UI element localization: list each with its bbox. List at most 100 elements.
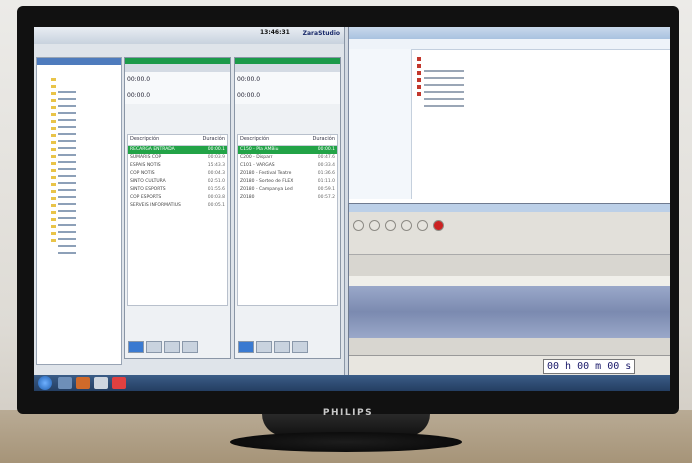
pause-button[interactable]: [146, 341, 162, 353]
file-explorer-window: [348, 27, 670, 203]
folder-icon[interactable]: [51, 169, 81, 184]
player-2-tools[interactable]: [235, 64, 340, 72]
item-title: C150 - Pla AMBiu: [240, 147, 279, 152]
explorer-icon[interactable]: [58, 377, 72, 389]
list-item[interactable]: COP NOTIS 00:04.3: [128, 170, 227, 178]
folder-icon[interactable]: [51, 190, 81, 205]
item-title: C101 - VARGAS: [240, 163, 275, 168]
folder-icon[interactable]: [51, 134, 81, 149]
list-item[interactable]: ESPAIS NOTIS 15:43.3: [128, 162, 227, 170]
column-duration: Duración: [312, 136, 335, 142]
start-button[interactable]: [38, 376, 52, 390]
file-item[interactable]: [417, 71, 464, 86]
item-duration: 02:51.0: [207, 179, 225, 184]
pause-button[interactable]: [353, 220, 364, 231]
list-item[interactable]: Z0180 - Sorteo de FLEX 01:11.0: [238, 178, 337, 186]
item-title: Z0180 - Campanya Led: [240, 187, 293, 192]
firefox-icon[interactable]: [76, 377, 90, 389]
folder-icon[interactable]: [51, 197, 81, 212]
item-duration: 00:33.4: [317, 163, 335, 168]
file-item[interactable]: [417, 64, 464, 79]
player-2-counter: 00:00.0: [235, 72, 340, 88]
player-1-tools[interactable]: [125, 64, 230, 72]
item-duration: 01:36.6: [317, 171, 335, 176]
folder-icon[interactable]: [51, 99, 81, 114]
list-item[interactable]: Z0180 00:57.2: [238, 194, 337, 202]
folder-icon[interactable]: [51, 211, 81, 226]
list-item[interactable]: C200 - Disparr 00:47.6: [238, 154, 337, 162]
app-icon[interactable]: [112, 377, 126, 389]
skip-end-button[interactable]: [417, 220, 428, 231]
audacity-toolbar: [349, 212, 670, 255]
selection-toolbar: 00 h 00 m 00 s: [349, 355, 670, 376]
audio-track[interactable]: [349, 286, 670, 338]
folder-icon[interactable]: [51, 239, 81, 254]
clock-display: 13:46:31: [260, 29, 290, 36]
player-1-controls: [128, 338, 227, 353]
next-button[interactable]: [182, 341, 198, 353]
stop-button[interactable]: [385, 220, 396, 231]
list-header: Descripción Duración: [128, 135, 227, 146]
folder-icon[interactable]: [51, 218, 81, 233]
zarastudio-toolbar: 13:46:31 ZaraStudio: [34, 27, 344, 44]
folder-icon[interactable]: [51, 120, 81, 135]
pause-button[interactable]: [256, 341, 272, 353]
play-button[interactable]: [369, 220, 380, 231]
list-item[interactable]: SINTO CULTURA 02:51.0: [128, 178, 227, 186]
list-item[interactable]: RECARGA ENTRADA 00:00.1: [128, 146, 227, 154]
skip-start-button[interactable]: [401, 220, 412, 231]
column-description: Descripción: [130, 136, 160, 142]
item-title: RECARGA ENTRADA: [130, 147, 175, 152]
record-button[interactable]: [433, 220, 444, 231]
play-button[interactable]: [238, 341, 254, 353]
stop-button[interactable]: [164, 341, 180, 353]
player-2-counter-remaining: 00:00.0: [235, 88, 340, 104]
item-title: COP NOTIS: [130, 171, 155, 176]
folder-icon[interactable]: [51, 127, 81, 142]
list-item[interactable]: C101 - VARGAS 00:33.4: [238, 162, 337, 170]
folder-icon[interactable]: [51, 204, 81, 219]
item-title: SINTO ESPORTS: [130, 187, 166, 192]
folder-icon[interactable]: [51, 232, 81, 247]
list-item[interactable]: Z0180 - Campanya Led 00:59.1: [238, 186, 337, 194]
list-item[interactable]: SERVEIS INFORMATIUS 00:05.1: [128, 202, 227, 210]
explorer-nav-pane[interactable]: [349, 49, 412, 199]
folder-icon[interactable]: [51, 183, 81, 198]
folder-icon[interactable]: [51, 92, 81, 107]
zarastudio-window: 13:46:31 ZaraStudio 00:00.0 00:00.0 Desc…: [34, 27, 345, 375]
folder-icon[interactable]: [51, 85, 81, 100]
next-button[interactable]: [292, 341, 308, 353]
folder-icon[interactable]: [51, 141, 81, 156]
folder-icon[interactable]: [51, 148, 81, 163]
file-item[interactable]: [417, 92, 464, 107]
folder-icon[interactable]: [51, 113, 81, 128]
item-duration: 00:05.1: [207, 203, 225, 208]
folder-icon[interactable]: [51, 155, 81, 170]
folder-icon[interactable]: [51, 225, 81, 240]
folder-icon[interactable]: [51, 176, 81, 191]
folder-icon[interactable]: [51, 162, 81, 177]
list-item[interactable]: SUMARIS COP 00:03.9: [128, 154, 227, 162]
list-item[interactable]: Z0180 - Festival Teatre 01:36.6: [238, 170, 337, 178]
explorer-address-bar[interactable]: [349, 27, 670, 39]
file-item[interactable]: [417, 57, 464, 72]
item-duration: 00:57.2: [317, 195, 335, 200]
item-duration: 00:47.6: [317, 155, 335, 160]
file-item[interactable]: [417, 85, 464, 100]
folder-icon[interactable]: [51, 78, 81, 93]
list-item[interactable]: COP ESPORTS 00:03.8: [128, 194, 227, 202]
item-title: C200 - Disparr: [240, 155, 273, 160]
timecode-display[interactable]: 00 h 00 m 00 s: [543, 359, 636, 374]
file-item[interactable]: [417, 78, 464, 93]
list-item[interactable]: C150 - Pla AMBiu 00:00.1: [238, 146, 337, 154]
stop-button[interactable]: [274, 341, 290, 353]
player-1: 00:00.0 00:00.0 Descripción Duración REC…: [124, 57, 231, 359]
list-item[interactable]: SINTO ESPORTS 01:55.6: [128, 186, 227, 194]
folder-icon[interactable]: [51, 106, 81, 121]
app-icon[interactable]: [94, 377, 108, 389]
player-1-list[interactable]: Descripción Duración RECARGA ENTRADA 00:0…: [127, 134, 228, 306]
folder-tree[interactable]: [36, 57, 122, 365]
item-title: COP ESPORTS: [130, 195, 162, 200]
play-button[interactable]: [128, 341, 144, 353]
player-2-list[interactable]: Descripción Duración C150 - Pla AMBiu 00:…: [237, 134, 338, 306]
